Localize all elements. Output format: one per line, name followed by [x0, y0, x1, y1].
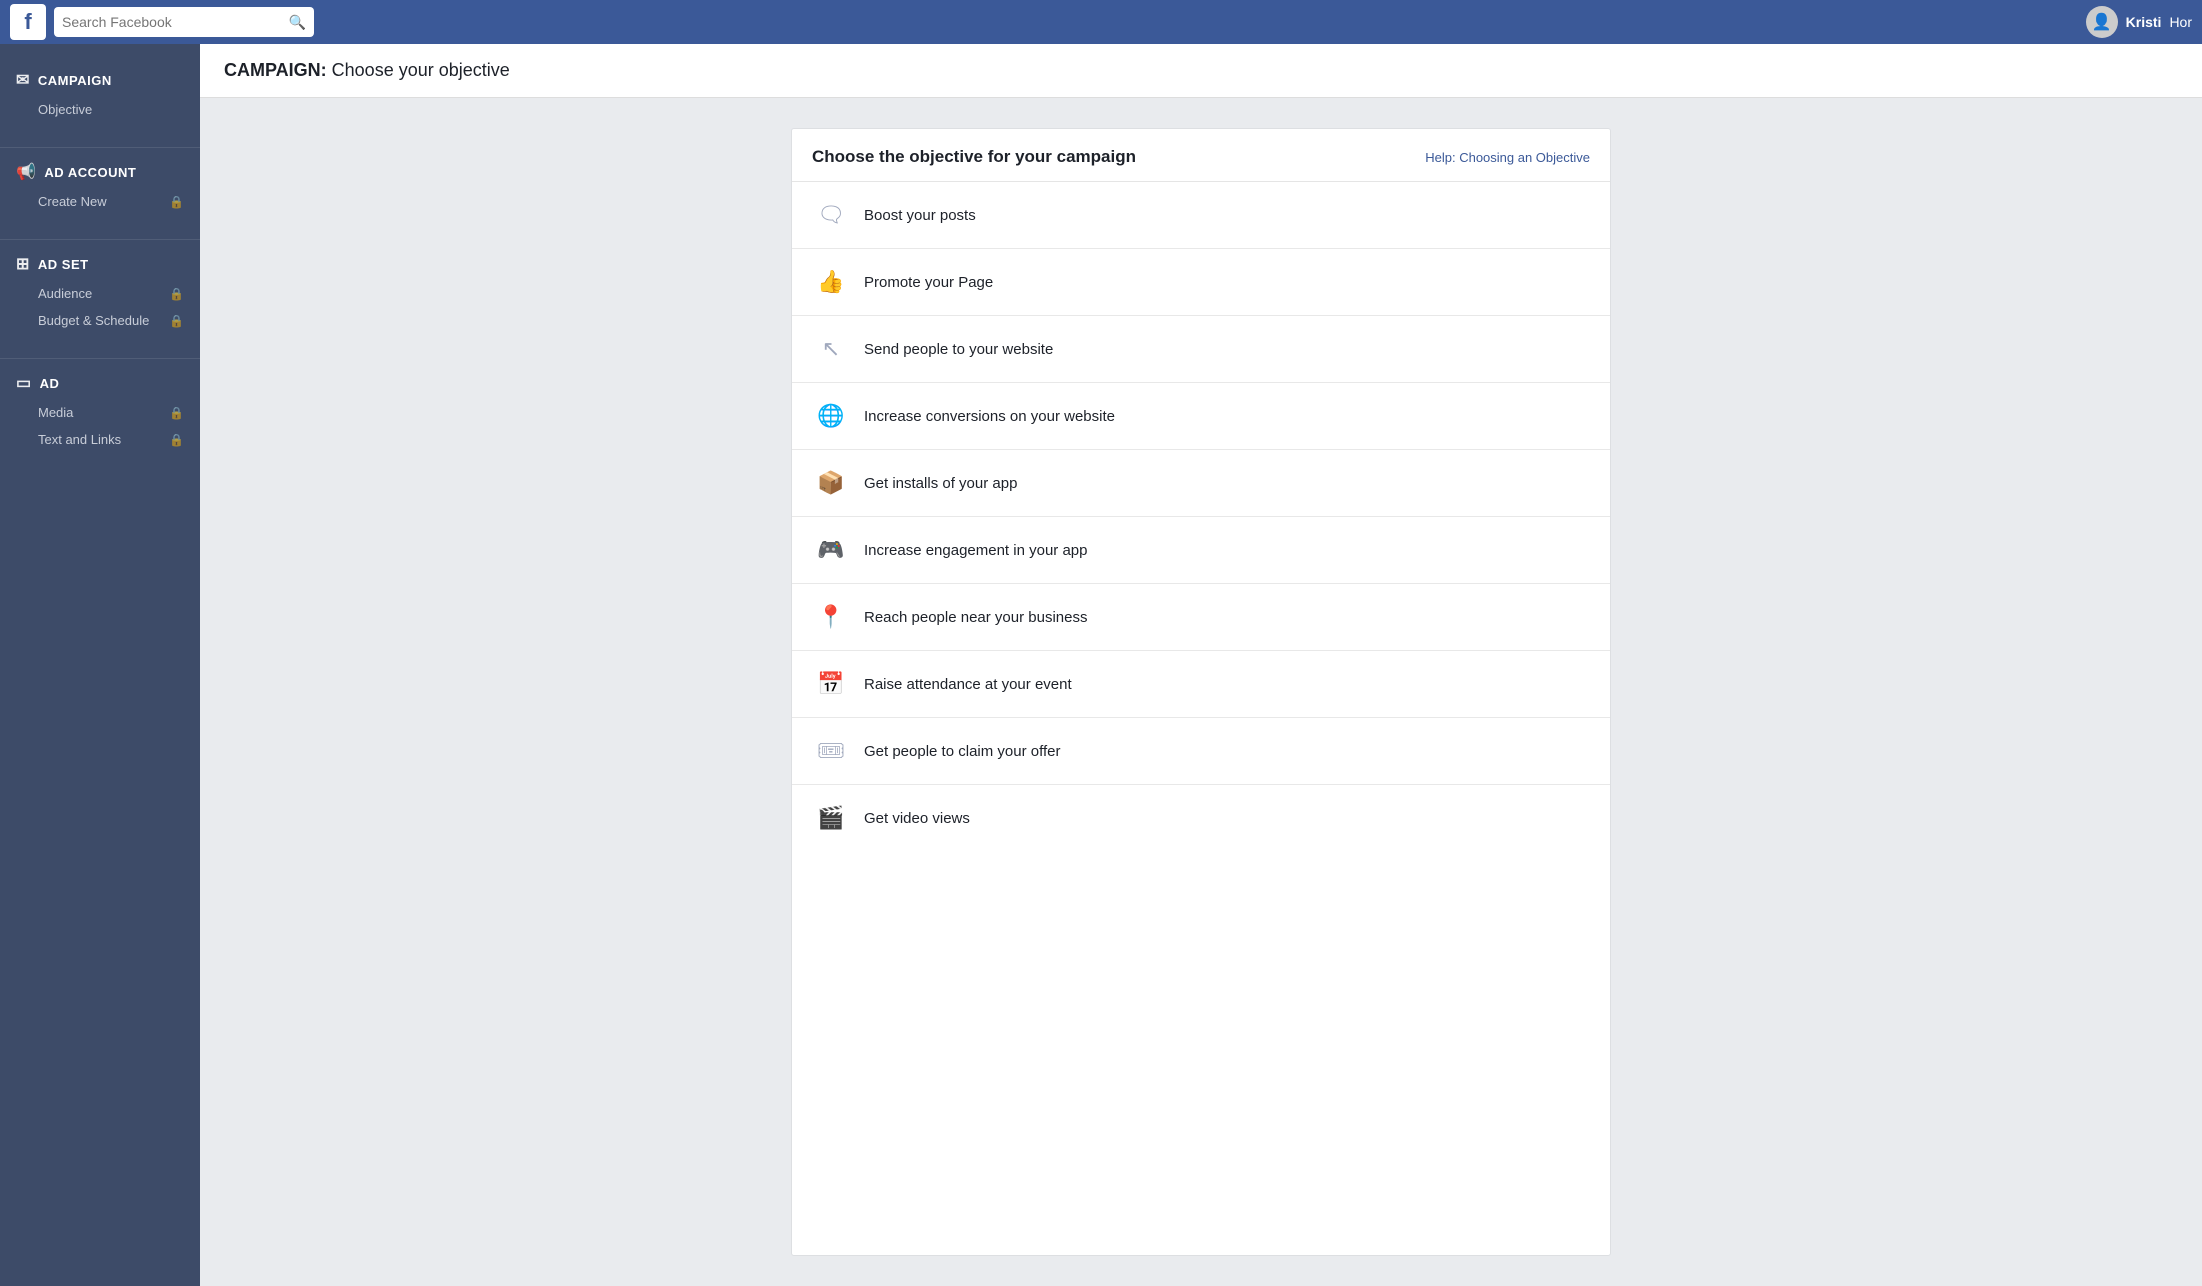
- sidebar: ✉ CAMPAIGN Objective 📢 AD ACCOUNT Create…: [0, 44, 200, 1286]
- main-layout: ✉ CAMPAIGN Objective 📢 AD ACCOUNT Create…: [0, 44, 2202, 1286]
- search-icon: 🔍: [289, 14, 306, 31]
- help-link[interactable]: Help: Choosing an Objective: [1425, 150, 1590, 165]
- ad-set-icon: ⊞: [16, 254, 30, 274]
- objective-row-offer-claims[interactable]: 🎟 Get people to claim your offer: [792, 718, 1610, 785]
- lock-icon-audience: 🔒: [169, 287, 184, 301]
- topnav-right: 👤 Kristi Hor: [2086, 6, 2192, 38]
- objective-row-increase-conversions[interactable]: 🌐 Increase conversions on your website: [792, 383, 1610, 450]
- objective-icon-app-engagement: 🎮: [812, 531, 850, 569]
- sidebar-section-ad: ▭ AD Media 🔒 Text and Links 🔒: [0, 367, 200, 453]
- objective-label-video-views: Get video views: [864, 810, 970, 827]
- sidebar-item-media[interactable]: Media 🔒: [0, 399, 200, 426]
- ad-icon: ▭: [16, 373, 32, 393]
- objective-label-offer-claims: Get people to claim your offer: [864, 743, 1061, 760]
- objective-icon-local-awareness: 📍: [812, 598, 850, 636]
- objective-label-send-website: Send people to your website: [864, 341, 1053, 358]
- page-title: CAMPAIGN: Choose your objective: [224, 60, 2178, 81]
- lock-icon-text-links: 🔒: [169, 433, 184, 447]
- objective-icon-event-responses: 📅: [812, 665, 850, 703]
- lock-icon-media: 🔒: [169, 406, 184, 420]
- objectives-card: Choose the objective for your campaign H…: [791, 128, 1611, 1256]
- ad-account-icon: 📢: [16, 162, 36, 182]
- objective-icon-app-installs: 📦: [812, 464, 850, 502]
- user-name: Kristi: [2126, 14, 2162, 30]
- sidebar-item-create-new[interactable]: Create New 🔒: [0, 188, 200, 215]
- objective-icon-boost-posts: 🗨: [812, 196, 850, 234]
- lock-icon-create-new: 🔒: [169, 195, 184, 209]
- objectives-list: 🗨 Boost your posts 👍 Promote your Page ↖…: [792, 182, 1610, 851]
- sidebar-item-audience[interactable]: Audience 🔒: [0, 280, 200, 307]
- sidebar-item-budget-schedule[interactable]: Budget & Schedule 🔒: [0, 307, 200, 334]
- sidebar-section-ad-account: 📢 AD ACCOUNT Create New 🔒: [0, 156, 200, 215]
- avatar: 👤: [2086, 6, 2118, 38]
- objective-row-app-installs[interactable]: 📦 Get installs of your app: [792, 450, 1610, 517]
- objective-label-promote-page: Promote your Page: [864, 274, 993, 291]
- objective-row-promote-page[interactable]: 👍 Promote your Page: [792, 249, 1610, 316]
- objective-label-event-responses: Raise attendance at your event: [864, 676, 1072, 693]
- page-header: CAMPAIGN: Choose your objective: [200, 44, 2202, 98]
- sidebar-section-title-ad-account: 📢 AD ACCOUNT: [0, 156, 200, 188]
- objective-row-boost-posts[interactable]: 🗨 Boost your posts: [792, 182, 1610, 249]
- facebook-logo: f: [10, 4, 46, 40]
- objective-row-app-engagement[interactable]: 🎮 Increase engagement in your app: [792, 517, 1610, 584]
- home-link[interactable]: Hor: [2169, 14, 2192, 30]
- sidebar-section-title-ad: ▭ AD: [0, 367, 200, 399]
- content-area: Choose the objective for your campaign H…: [200, 98, 2202, 1286]
- sidebar-section-title-campaign: ✉ CAMPAIGN: [0, 64, 200, 96]
- objective-icon-offer-claims: 🎟: [812, 732, 850, 770]
- main-content: CAMPAIGN: Choose your objective Choose t…: [200, 44, 2202, 1286]
- objectives-card-header: Choose the objective for your campaign H…: [792, 129, 1610, 182]
- objective-label-increase-conversions: Increase conversions on your website: [864, 408, 1115, 425]
- objective-icon-promote-page: 👍: [812, 263, 850, 301]
- objective-row-send-website[interactable]: ↖ Send people to your website: [792, 316, 1610, 383]
- objective-row-event-responses[interactable]: 📅 Raise attendance at your event: [792, 651, 1610, 718]
- objective-label-app-installs: Get installs of your app: [864, 475, 1017, 492]
- objective-row-local-awareness[interactable]: 📍 Reach people near your business: [792, 584, 1610, 651]
- objective-label-app-engagement: Increase engagement in your app: [864, 542, 1087, 559]
- objective-row-video-views[interactable]: 🎬 Get video views: [792, 785, 1610, 851]
- objective-icon-increase-conversions: 🌐: [812, 397, 850, 435]
- sidebar-section-campaign: ✉ CAMPAIGN Objective: [0, 64, 200, 123]
- sidebar-item-text-links[interactable]: Text and Links 🔒: [0, 426, 200, 453]
- lock-icon-budget: 🔒: [169, 314, 184, 328]
- objective-icon-video-views: 🎬: [812, 799, 850, 837]
- campaign-icon: ✉: [16, 70, 30, 90]
- objective-label-local-awareness: Reach people near your business: [864, 609, 1087, 626]
- top-navigation: f 🔍 👤 Kristi Hor: [0, 0, 2202, 44]
- objective-icon-send-website: ↖: [812, 330, 850, 368]
- search-bar[interactable]: 🔍: [54, 7, 314, 37]
- objective-label-boost-posts: Boost your posts: [864, 207, 976, 224]
- sidebar-section-ad-set: ⊞ AD SET Audience 🔒 Budget & Schedule 🔒: [0, 248, 200, 334]
- sidebar-section-title-ad-set: ⊞ AD SET: [0, 248, 200, 280]
- sidebar-item-objective[interactable]: Objective: [0, 96, 200, 123]
- search-input[interactable]: [62, 14, 289, 30]
- objectives-card-title: Choose the objective for your campaign: [812, 147, 1136, 167]
